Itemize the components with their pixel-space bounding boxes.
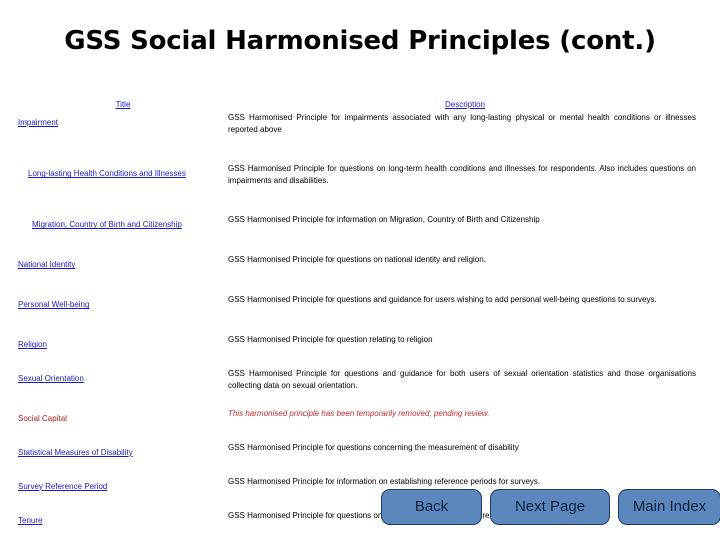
row-spacer-cell	[18, 186, 228, 214]
principle-title-link[interactable]: Migration, Country of Birth and Citizens…	[32, 220, 182, 229]
principle-description: GSS Harmonised Principle for questions o…	[228, 255, 486, 265]
row-spacer-cell	[228, 232, 702, 254]
row-spacer	[18, 186, 702, 214]
row-spacer-cell	[228, 460, 702, 476]
table-row: Social Capital This harmonised principle …	[18, 408, 702, 426]
title-cell: Religion	[18, 334, 228, 352]
description-cell: This harmonised principle has been tempo…	[228, 408, 702, 426]
principle-description: GSS Harmonised Principle for questions o…	[228, 164, 696, 185]
row-spacer-cell	[18, 312, 228, 334]
principle-title-link[interactable]: Statistical Measures of Disability	[18, 448, 133, 457]
row-spacer-cell	[228, 272, 702, 294]
description-cell: GSS Harmonised Principle for questions o…	[228, 254, 702, 272]
header-cell-title: Title	[18, 94, 228, 112]
row-spacer	[18, 232, 702, 254]
column-header-title[interactable]: Title	[116, 100, 131, 109]
column-header-description[interactable]: Description	[445, 100, 485, 109]
row-spacer-cell	[228, 392, 702, 408]
title-cell: Statistical Measures of Disability	[18, 442, 228, 460]
title-cell: Tenure	[18, 510, 228, 528]
description-cell: GSS Harmonised Principle for questions a…	[228, 368, 702, 391]
row-spacer-cell	[18, 272, 228, 294]
principle-title-link[interactable]: Sexual Orientation	[18, 374, 84, 383]
table-row: Impairment GSS Harmonised Principle for i…	[18, 112, 702, 135]
principle-title-link[interactable]: Long-lasting Health Conditions and Illne…	[28, 169, 186, 178]
description-cell: GSS Harmonised Principle for question re…	[228, 334, 702, 352]
principle-description: GSS Harmonised Principle for impairments…	[228, 113, 696, 134]
row-spacer-cell	[228, 135, 702, 163]
row-spacer-cell	[228, 352, 702, 368]
back-button[interactable]: Back	[381, 489, 482, 525]
row-spacer-cell	[18, 392, 228, 408]
navigation-button-bar: Back Next Page Main Index	[381, 489, 720, 525]
slide-canvas: GSS Social Harmonised Principles (cont.)…	[0, 0, 720, 540]
next-page-button[interactable]: Next Page	[490, 489, 610, 525]
description-cell: GSS Harmonised Principle for questions a…	[228, 294, 702, 312]
title-cell: Personal Well-being	[18, 294, 228, 312]
row-spacer-cell	[18, 232, 228, 254]
title-cell: Migration, Country of Birth and Citizens…	[18, 214, 228, 232]
row-spacer	[18, 312, 702, 334]
description-cell: GSS Harmonised Principle for questions o…	[228, 163, 702, 186]
description-cell: GSS Harmonised Principle for impairments…	[228, 112, 702, 135]
principle-description: GSS Harmonised Principle for information…	[228, 215, 540, 225]
header-cell-description: Description	[228, 94, 702, 112]
row-spacer	[18, 272, 702, 294]
title-cell: Sexual Orientation	[18, 368, 228, 391]
principle-title-link[interactable]: Impairment	[18, 118, 58, 127]
principle-title-link[interactable]: Survey Reference Period	[18, 482, 107, 491]
row-spacer-cell	[18, 135, 228, 163]
principles-table: Title Description Impairment GSS Harmonis…	[18, 94, 702, 528]
principle-description: GSS Harmonised Principle for question re…	[228, 335, 433, 345]
principle-title-link[interactable]: Tenure	[18, 516, 42, 525]
row-spacer-cell	[18, 352, 228, 368]
row-spacer	[18, 460, 702, 476]
principle-description: GSS Harmonised Principle for questions c…	[228, 442, 519, 452]
table-row: Religion GSS Harmonised Principle for que…	[18, 334, 702, 352]
title-cell: Social Capital	[18, 408, 228, 426]
principle-removed-notice: This harmonised principle has been tempo…	[228, 408, 490, 418]
table-header-row: Title Description	[18, 94, 702, 112]
title-cell: Survey Reference Period	[18, 476, 228, 494]
row-spacer	[18, 352, 702, 368]
principle-title-link: Social Capital	[18, 413, 67, 423]
table-row: Statistical Measures of Disability GSS Ha…	[18, 442, 702, 460]
page-title: GSS Social Harmonised Principles (cont.)	[64, 26, 656, 56]
table-row: Personal Well-being GSS Harmonised Princi…	[18, 294, 702, 312]
title-cell: Impairment	[18, 112, 228, 135]
main-index-button[interactable]: Main Index	[618, 489, 720, 525]
principle-title-link[interactable]: National Identity	[18, 260, 75, 269]
principle-title-link[interactable]: Personal Well-being	[18, 300, 89, 309]
description-cell: GSS Harmonised Principle for information…	[228, 214, 702, 232]
row-spacer	[18, 392, 702, 408]
table-row: Sexual Orientation GSS Harmonised Princip…	[18, 368, 702, 391]
table-row: Long-lasting Health Conditions and Illne…	[18, 163, 702, 186]
title-cell: National Identity	[18, 254, 228, 272]
row-spacer-cell	[228, 186, 702, 214]
description-cell: GSS Harmonised Principle for questions c…	[228, 442, 702, 460]
row-spacer-cell	[228, 426, 702, 442]
table-row: Migration, Country of Birth and Citizens…	[18, 214, 702, 232]
row-spacer	[18, 426, 702, 442]
row-spacer	[18, 135, 702, 163]
table-row: National Identity GSS Harmonised Principl…	[18, 254, 702, 272]
principle-description: GSS Harmonised Principle for information…	[228, 476, 541, 486]
row-spacer-cell	[18, 494, 228, 510]
principle-title-link[interactable]: Religion	[18, 340, 47, 349]
principle-description: GSS Harmonised Principle for questions a…	[228, 295, 657, 305]
table-body: Impairment GSS Harmonised Principle for i…	[18, 112, 702, 528]
row-spacer-cell	[228, 312, 702, 334]
row-spacer-cell	[18, 460, 228, 476]
principle-description: GSS Harmonised Principle for questions a…	[228, 369, 696, 390]
row-spacer-cell	[18, 426, 228, 442]
title-cell: Long-lasting Health Conditions and Illne…	[18, 163, 228, 186]
